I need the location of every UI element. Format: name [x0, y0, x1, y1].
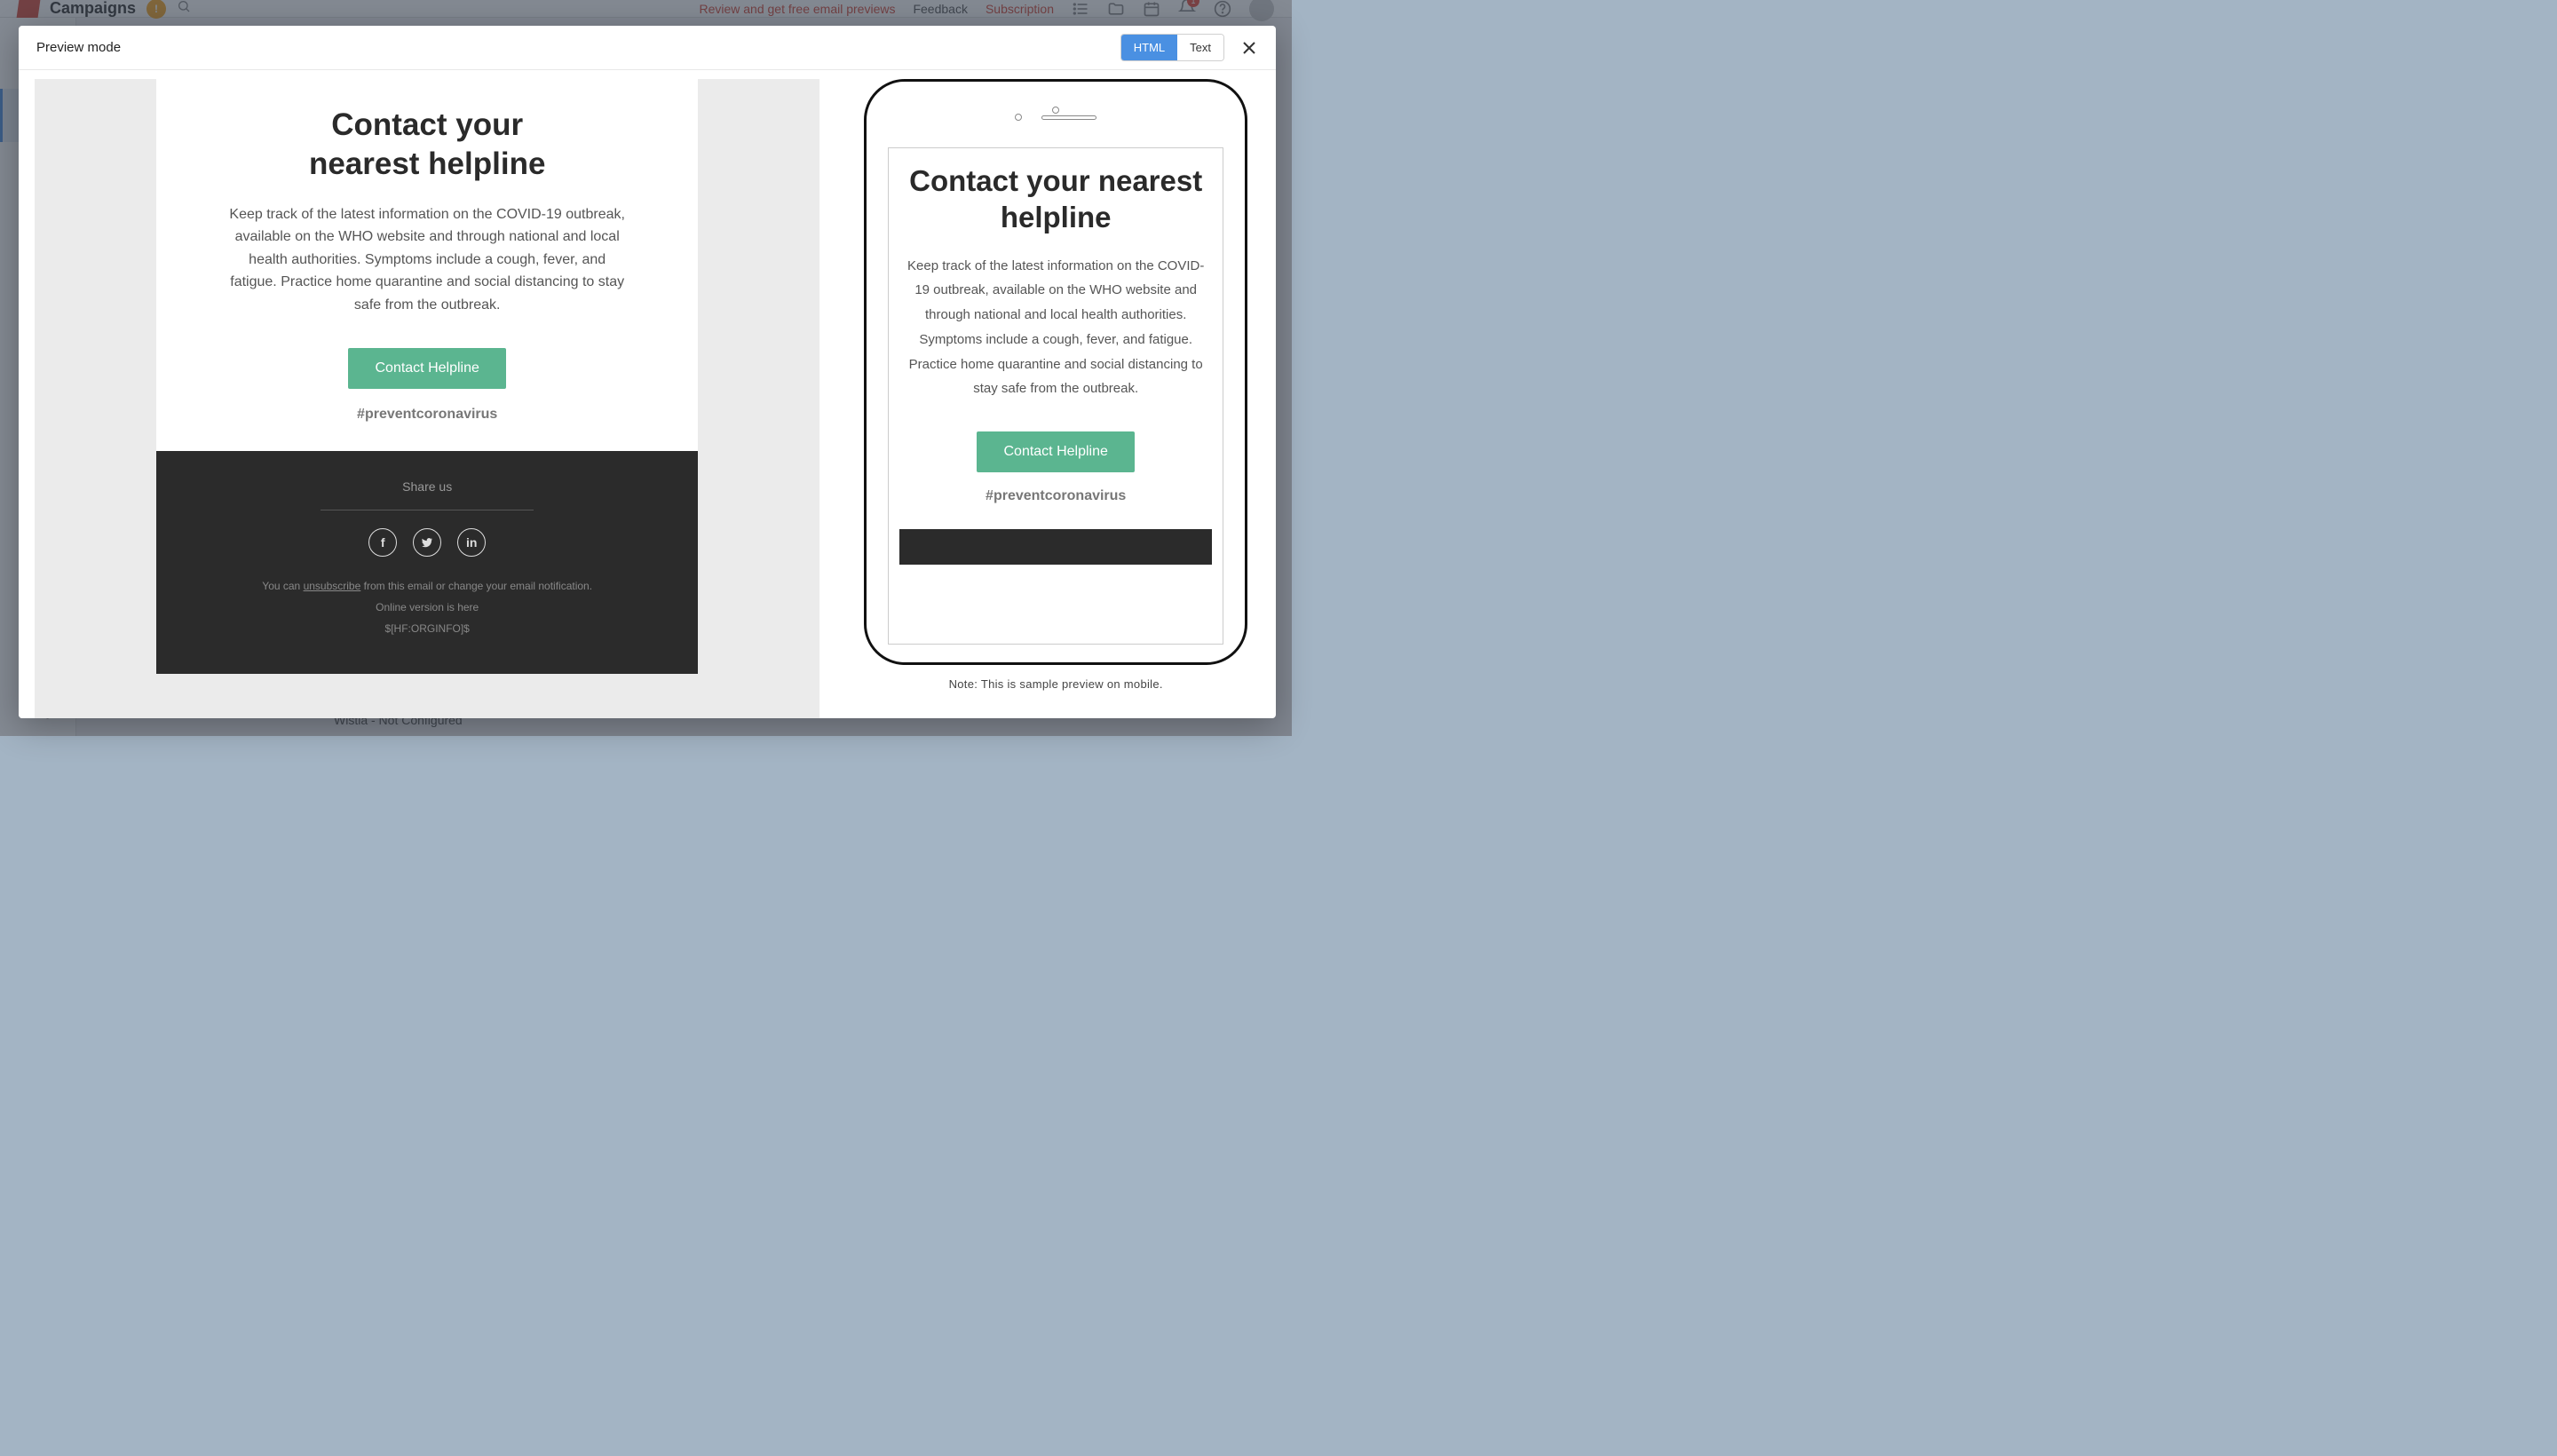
linkedin-icon[interactable]: in: [457, 528, 486, 557]
online-version-line[interactable]: Online version is here: [192, 599, 662, 615]
unsubscribe-link[interactable]: unsubscribe: [304, 580, 361, 592]
mobile-preview-column: Contact your nearest helpline Keep track…: [835, 70, 1276, 718]
close-button[interactable]: [1240, 39, 1258, 57]
mobile-email-hashtag: #preventcoronavirus: [903, 488, 1208, 504]
unsubscribe-line: You can unsubscribe from this email or c…: [192, 578, 662, 594]
phone-camera: [1052, 107, 1059, 114]
preview-modal: Preview mode HTML Text Contact your near…: [19, 26, 1276, 718]
orginfo-placeholder: $[HF:ORGINFO]$: [192, 621, 662, 637]
email-heading-line2: nearest helpline: [210, 145, 645, 184]
mobile-email-body: Keep track of the latest information on …: [903, 254, 1208, 402]
unsubscribe-suffix: from this email or change your email not…: [360, 580, 592, 592]
modal-body: Contact your nearest helpline Keep track…: [19, 70, 1276, 718]
phone-top-elements: [888, 98, 1223, 137]
mobile-email-footer: [899, 529, 1212, 565]
email-footer: Share us f in You can unsubscribe from t…: [156, 451, 698, 674]
html-toggle-button[interactable]: HTML: [1121, 35, 1177, 60]
phone-frame: Contact your nearest helpline Keep track…: [864, 79, 1247, 665]
social-icons-row: f in: [192, 528, 662, 557]
phone-speaker: [1041, 115, 1096, 120]
email-hashtag: #preventcoronavirus: [210, 407, 645, 423]
mobile-preview-note: Note: This is sample preview on mobile.: [949, 677, 1163, 691]
desktop-email-wrap: Contact your nearest helpline Keep track…: [35, 79, 819, 718]
text-toggle-button[interactable]: Text: [1177, 35, 1223, 60]
phone-sensor: [1015, 114, 1022, 121]
mobile-contact-helpline-button[interactable]: Contact Helpline: [977, 431, 1134, 472]
email-heading: Contact your nearest helpline: [210, 106, 645, 184]
view-toggle: HTML Text: [1120, 34, 1224, 61]
modal-title: Preview mode: [36, 40, 121, 55]
close-icon: [1242, 41, 1256, 55]
email-body: Keep track of the latest information on …: [210, 203, 645, 317]
desktop-preview-column: Contact your nearest helpline Keep track…: [19, 70, 835, 718]
mobile-email-heading: Contact your nearest helpline: [903, 162, 1208, 236]
unsubscribe-prefix: You can: [262, 580, 303, 592]
twitter-icon[interactable]: [413, 528, 441, 557]
mobile-email-content: Contact your nearest helpline Keep track…: [889, 148, 1223, 565]
share-label: Share us: [192, 479, 662, 494]
contact-helpline-button[interactable]: Contact Helpline: [348, 348, 505, 389]
phone-screen: Contact your nearest helpline Keep track…: [888, 147, 1223, 645]
modal-header: Preview mode HTML Text: [19, 26, 1276, 70]
email-heading-line1: Contact your: [210, 106, 645, 145]
desktop-email-content: Contact your nearest helpline Keep track…: [156, 79, 698, 674]
facebook-icon[interactable]: f: [368, 528, 397, 557]
